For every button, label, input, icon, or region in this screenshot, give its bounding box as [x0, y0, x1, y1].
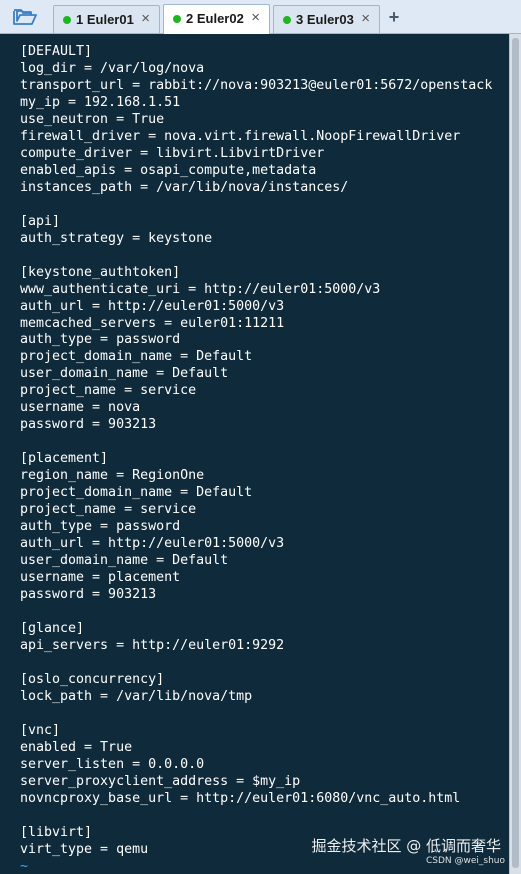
terminal-line: project_name = service	[20, 383, 197, 399]
terminal-line: novncproxy_base_url = http://euler01:608…	[20, 790, 461, 806]
terminal-line: [keystone_authtoken]	[20, 264, 181, 280]
terminal-line: region_name = RegionOne	[20, 468, 205, 484]
tab-euler01[interactable]: 1 Euler01 ×	[53, 5, 160, 33]
tab-label: 1 Euler01	[76, 12, 134, 27]
terminal-line: project_domain_name = Default	[20, 349, 253, 365]
terminal-line: enabled = True	[20, 739, 133, 755]
watermark-text: 掘金技术社区 @ 低调而奢华	[311, 837, 501, 855]
terminal-line: user_domain_name = Default	[20, 366, 229, 382]
terminal-line: [oslo_concurrency]	[20, 671, 165, 687]
terminal-line: auth_strategy = keystone	[20, 230, 213, 246]
terminal-line: enabled_apis = osapi_compute,metadata	[20, 162, 317, 178]
tab-euler03[interactable]: 3 Euler03 ×	[273, 5, 380, 33]
terminal-line: auth_url = http://euler01:5000/v3	[20, 536, 285, 552]
terminal-line: api_servers = http://euler01:9292	[20, 637, 285, 653]
terminal-line: server_proxyclient_address = $my_ip	[20, 773, 301, 789]
close-icon[interactable]: ×	[361, 10, 370, 27]
tab-label: 3 Euler03	[296, 12, 354, 27]
tab-label: 2 Euler02	[186, 11, 244, 26]
terminal-line: auth_type = password	[20, 332, 181, 348]
terminal-line: transport_url = rabbit://nova:903213@eul…	[20, 77, 493, 93]
terminal-line: [DEFAULT]	[20, 44, 93, 59]
terminal-line: instances_path = /var/lib/nova/instances…	[20, 179, 349, 195]
terminal-line: firewall_driver = nova.virt.firewall.Noo…	[20, 128, 461, 144]
terminal-line: log_dir = /var/log/nova	[20, 60, 205, 76]
terminal-line: server_listen = 0.0.0.0	[20, 756, 205, 772]
terminal-line: [vnc]	[20, 722, 61, 738]
connected-status-icon	[63, 16, 71, 24]
terminal-line: username = placement	[20, 570, 181, 586]
terminal-line: compute_driver = libvirt.LibvirtDriver	[20, 145, 325, 161]
terminal-line: use_neutron = True	[20, 111, 165, 127]
terminal-line: project_domain_name = Default	[20, 485, 253, 501]
tab-bar: 1 Euler01 × 2 Euler02 × 3 Euler03 × +	[0, 0, 521, 34]
terminal-line: memcached_servers = euler01:11211	[20, 315, 285, 331]
plus-icon[interactable]: +	[385, 6, 403, 28]
close-icon[interactable]: ×	[251, 9, 260, 26]
watermark-subtext: CSDN @wei_shuo	[425, 856, 505, 866]
terminal-line: user_domain_name = Default	[20, 553, 229, 569]
terminal-line: username = nova	[20, 400, 141, 416]
terminal-line: password = 903213	[20, 417, 157, 433]
terminal-tilde: ~	[20, 858, 29, 874]
terminal-output[interactable]: [DEFAULT] log_dir = /var/log/nova transpor…	[0, 34, 509, 874]
connected-status-icon	[173, 15, 181, 23]
terminal-line: auth_url = http://euler01:5000/v3	[20, 298, 285, 314]
terminal-line: [api]	[20, 213, 61, 229]
vertical-scrollbar[interactable]	[509, 34, 521, 874]
terminal-line: lock_path = /var/lib/nova/tmp	[20, 688, 253, 704]
scrollbar-thumb[interactable]	[512, 38, 519, 868]
terminal-line: [placement]	[20, 451, 109, 467]
connected-status-icon	[283, 16, 291, 24]
terminal-lines: [DEFAULT] log_dir = /var/log/nova transpor…	[20, 44, 492, 874]
terminal-line: my_ip = 192.168.1.51	[20, 94, 181, 110]
terminal-line: project_name = service	[20, 502, 197, 518]
terminal-line: password = 903213	[20, 587, 157, 602]
folder-open-icon[interactable]	[6, 4, 44, 30]
tab-euler02[interactable]: 2 Euler02 ×	[163, 4, 270, 34]
terminal-line: [glance]	[20, 620, 85, 636]
close-icon[interactable]: ×	[141, 10, 150, 27]
terminal-line: auth_type = password	[20, 519, 181, 535]
terminal-line: www_authenticate_uri = http://euler01:50…	[20, 281, 381, 297]
